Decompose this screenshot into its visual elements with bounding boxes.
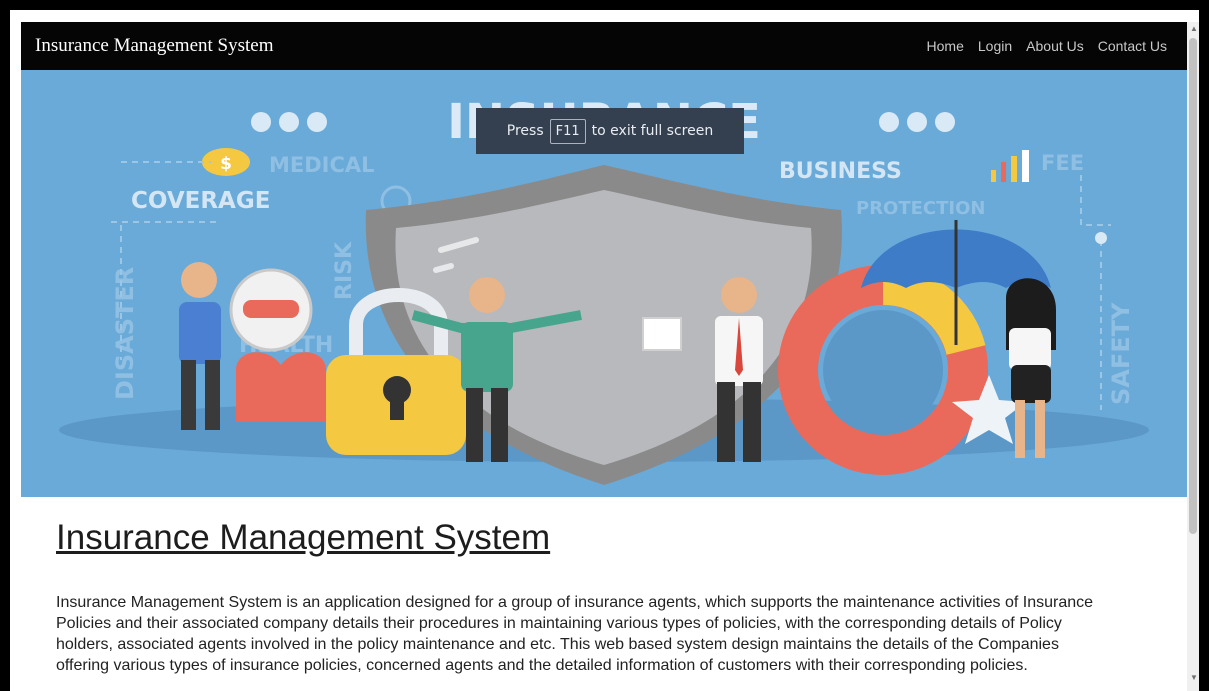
document-icon	[642, 317, 682, 351]
system-description: Insurance Management System is an applic…	[56, 594, 1094, 674]
nav-links: Home Login About Us Contact Us	[927, 38, 1167, 54]
hero-word-business: BUSINESS	[779, 159, 902, 184]
hero-word-coverage: COVERAGE	[131, 188, 270, 214]
nav-contact-link[interactable]: Contact Us	[1098, 38, 1167, 54]
fullscreen-notice-prefix: Press	[506, 123, 544, 139]
nav-login-link[interactable]: Login	[978, 38, 1012, 54]
hero-word-protection: PROTECTION	[856, 198, 985, 219]
hero-banner: INSURANCE MEDICAL COVERAGE BUSINESS FEE …	[21, 70, 1187, 497]
hero-word-medical: MEDICAL	[269, 153, 375, 177]
svg-text:$: $	[220, 154, 232, 174]
hero-word-disaster: DISASTER	[111, 267, 139, 400]
navbar: Insurance Management System Home Login A…	[21, 22, 1187, 70]
main-content: Insurance Management System Insurance Ma…	[56, 518, 1106, 676]
scroll-down-icon[interactable]: ▼	[1190, 673, 1198, 682]
heart-icon	[236, 352, 326, 422]
scroll-up-icon[interactable]: ▲	[1190, 24, 1198, 33]
brand-title[interactable]: Insurance Management System	[35, 35, 273, 57]
nav-about-link[interactable]: About Us	[1026, 38, 1084, 54]
page-title: Insurance Management System	[56, 518, 551, 557]
scrollbar-thumb[interactable]	[1189, 38, 1197, 534]
browser-viewport: Insurance Management System Home Login A…	[21, 22, 1187, 691]
hero-word-fee: FEE	[1041, 151, 1084, 175]
hero-word-risk: RISK	[332, 241, 357, 300]
nav-home-link[interactable]: Home	[927, 38, 964, 54]
fullscreen-notice-suffix: to exit full screen	[591, 123, 714, 139]
hero-word-safety: SAFETY	[1107, 302, 1135, 405]
f11-key-badge: F11	[549, 118, 586, 144]
bar-chart-icon	[991, 170, 996, 182]
fullscreen-notice: Press F11 to exit full screen	[476, 108, 744, 154]
